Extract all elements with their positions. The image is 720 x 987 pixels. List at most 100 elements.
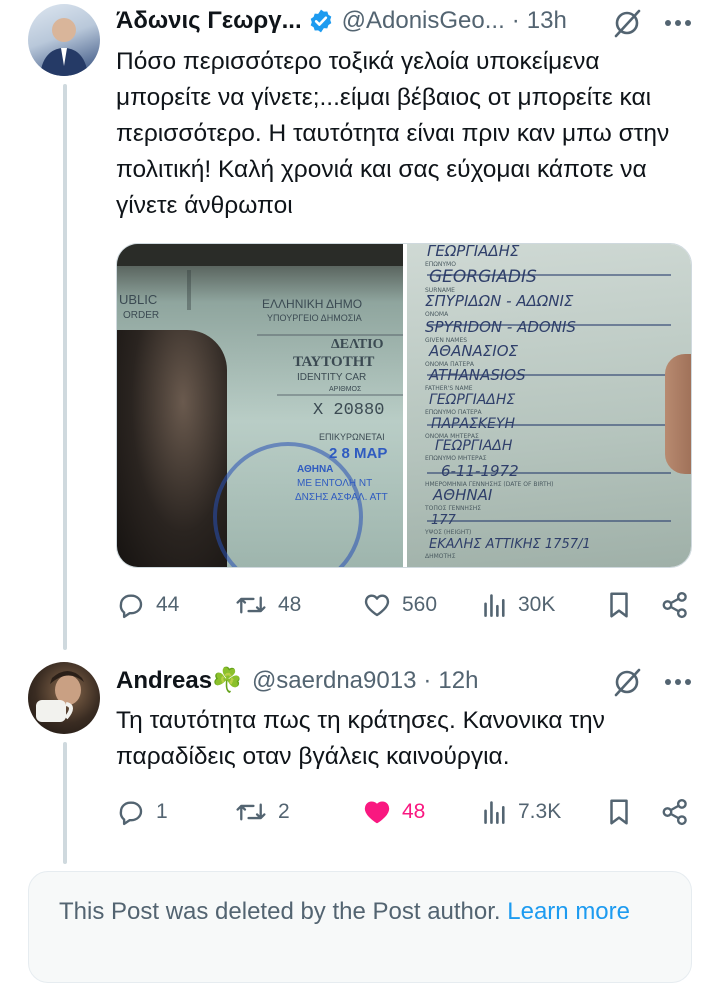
deleted-notice-text: This Post was deleted by the Post author…: [59, 898, 501, 925]
handwritten-text: ΓΕΩΡΓΙΑΔΗ: [435, 438, 513, 454]
repost-count: 48: [278, 593, 302, 616]
separator-dot: ·: [511, 7, 520, 34]
bookmark-icon: [610, 799, 628, 825]
verified-badge-icon: [310, 9, 331, 33]
like-count: 48: [402, 800, 426, 823]
thread-line: [63, 84, 67, 650]
more-options-icon[interactable]: [664, 678, 692, 686]
tweet-header: Andreas ☘️ @saerdna9013 · 12h: [116, 666, 478, 695]
handwritten-text: ΣΠΥΡΙΔΩΝ - ΑΔΩΝΙΣ: [425, 292, 574, 310]
handwritten-text: 6-11-1972: [441, 462, 519, 480]
thread-line: [63, 742, 67, 864]
like-count: 560: [402, 593, 438, 616]
id-card-back-photo: ΓΕΩΡΓΙΑΔΗΣ ΕΠΩΝΥΜΟ GEORGIADIS SURNAME ΣΠ…: [407, 244, 691, 567]
id-card-front-photo: UBLIC ORDER ΕΛΛΗΝΙΚΗ ΔΗΜΟ ΥΠΟΥΡΓΕΙΟ ΔΗΜΟ…: [117, 244, 403, 567]
reply-count: 44: [156, 593, 180, 616]
grok-icon[interactable]: [612, 8, 642, 38]
share-icon: [662, 591, 687, 619]
timestamp[interactable]: 13h: [527, 7, 567, 35]
author-handle[interactable]: @saerdna9013: [252, 667, 416, 695]
learn-more-link[interactable]: Learn more: [507, 898, 630, 925]
printed-label: FATHER'S NAME: [425, 385, 473, 392]
printed-label: ΕΠΩΝΥΜΟ ΜΗΤΕΡΑΣ: [425, 455, 487, 462]
printed-label: ΥΨΟΣ (HEIGHT): [424, 529, 471, 536]
share-icon: [662, 798, 687, 826]
heart-icon: [364, 594, 390, 617]
tweet-actions-bar: 1 2 48 7.3K: [116, 797, 692, 831]
printed-label: ΔΗΜΟΤΗΣ: [425, 553, 456, 560]
handwritten-text: ΕΚΑΛΗΣ ΑΤΤΙΚΗΣ 1757/1: [429, 537, 591, 552]
tweet-actions-bar: 44 48 560 30K: [116, 590, 692, 624]
card-text: ORDER: [123, 310, 159, 321]
bookmark-icon: [610, 592, 628, 618]
repost-icon: [236, 596, 266, 614]
handwritten-text: ΑΘΑΝΑΣΙΟΣ: [428, 342, 519, 360]
reply-count: 1: [156, 800, 168, 823]
avatar[interactable]: [28, 4, 100, 76]
like-button[interactable]: 560: [362, 590, 437, 620]
handwritten-text: ΓΕΩΡΓΙΑΔΗΣ: [429, 392, 515, 408]
views-count: 30K: [518, 593, 556, 616]
card-text: X 20880: [313, 401, 384, 420]
tweet-media-image[interactable]: UBLIC ORDER ΕΛΛΗΝΙΚΗ ΔΗΜΟ ΥΠΟΥΡΓΕΙΟ ΔΗΜΟ…: [116, 243, 692, 568]
share-button[interactable]: [660, 797, 690, 827]
grok-icon[interactable]: [612, 667, 642, 697]
id-card-back-text: ΓΕΩΡΓΙΑΔΗΣ ΕΠΩΝΥΜΟ GEORGIADIS SURNAME ΣΠ…: [424, 244, 591, 560]
views-count: 7.3K: [518, 800, 562, 823]
id-card-front-text: UBLIC ORDER ΕΛΛΗΝΙΚΗ ΔΗΜΟ ΥΠΟΥΡΓΕΙΟ ΔΗΜΟ…: [119, 292, 388, 503]
author-handle[interactable]: @AdonisGeo...: [342, 7, 505, 35]
bookmark-button[interactable]: [606, 590, 632, 620]
tweet-header-actions: [612, 667, 692, 697]
more-options-icon[interactable]: [664, 19, 692, 27]
handwritten-text: ΓΕΩΡΓΙΑΔΗΣ: [427, 244, 520, 260]
repost-count: 2: [278, 800, 290, 823]
reply-button[interactable]: 1: [116, 797, 168, 827]
author-name[interactable]: Άδωνις Γεωργ...: [116, 7, 302, 35]
printed-label: ΕΠΩΝΥΜΟ ΠΑΤΕΡΑ: [425, 409, 483, 416]
views-button[interactable]: 7.3K: [482, 797, 561, 827]
heart-filled-icon: [364, 801, 390, 824]
views-icon: [484, 801, 505, 824]
repost-button[interactable]: 48: [234, 590, 301, 620]
card-text: ΕΠΙΚΥΡΩΝΕΤΑΙ: [319, 432, 385, 442]
card-text: ΤΑΥΤΟΤΗΤ: [293, 354, 374, 370]
stamp-text: ΔΝΣΗΣ ΑΣΦΑΛ. ΑΤΤ: [295, 492, 388, 503]
avatar-photo-icon: [40, 18, 88, 76]
timestamp[interactable]: 12h: [438, 667, 478, 695]
card-text: ΔΕΛΤΙΟ: [331, 337, 384, 352]
printed-label: ΤΟΠΟΣ ΓΕΝΝΗΣΗΣ: [424, 505, 481, 512]
reply-icon: [119, 594, 143, 619]
repost-button[interactable]: 2: [234, 797, 290, 827]
bookmark-button[interactable]: [606, 797, 632, 827]
card-text: ΥΠΟΥΡΓΕΙΟ ΔΗΜΟΣΙΑ: [267, 313, 362, 323]
handwritten-text: GEORGIADIS: [429, 267, 537, 287]
tweet-header: Άδωνις Γεωργ... @AdonisGeo... · 13h: [116, 7, 567, 35]
like-button[interactable]: 48: [362, 797, 425, 827]
card-text: ΕΛΛΗΝΙΚΗ ΔΗΜΟ: [262, 297, 362, 311]
tweet-text: Πόσο περισσότερο τοξικά γελοία υποκείμεν…: [116, 48, 670, 219]
reply-button[interactable]: 44: [116, 590, 179, 620]
reply-icon: [119, 801, 143, 826]
card-text: UBLIC: [119, 292, 157, 307]
views-button[interactable]: 30K: [482, 590, 555, 620]
avatar[interactable]: [28, 662, 100, 734]
handwritten-text: ΠΑΡΑΣΚΕΥΗ: [431, 416, 516, 432]
card-text: IDENTITY CAR: [297, 372, 366, 383]
handwritten-text: ATHANASIOS: [428, 366, 526, 384]
handwritten-text: ΑΘΗΝΑΙ: [432, 486, 493, 504]
handwritten-text: 177: [431, 513, 457, 528]
card-text: ΑΡΙΘΜΟΣ: [329, 386, 362, 393]
avatar-photo-icon: [36, 671, 84, 722]
stamp-text: ΑΘΗΝΑ: [297, 464, 333, 475]
handwritten-text: SPYRIDON - ADONIS: [425, 318, 576, 336]
shamrock-emoji: ☘️: [212, 667, 242, 694]
author-name[interactable]: Andreas: [116, 667, 212, 695]
repost-icon: [236, 803, 266, 821]
tweet-header-actions: [612, 8, 692, 38]
printed-label: ΟΝΟΜΑ: [425, 311, 449, 318]
tweet-text: Τη ταυτότητα πως τη κράτησες. Κανονικα τ…: [116, 707, 605, 770]
share-button[interactable]: [660, 590, 690, 620]
separator-dot: ·: [423, 666, 432, 694]
stamp-text: 2 8 ΜΑΡ: [329, 445, 387, 462]
views-icon: [484, 594, 505, 617]
